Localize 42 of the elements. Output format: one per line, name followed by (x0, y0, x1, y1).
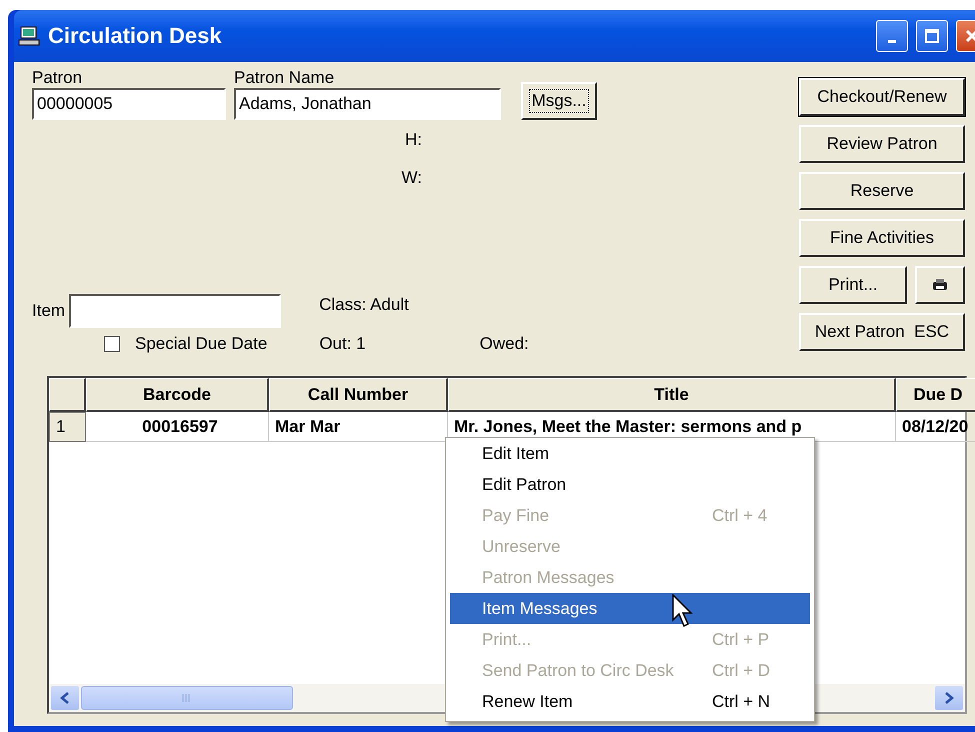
field-label: Patron Name (234, 68, 336, 88)
scroll-left-icon[interactable] (51, 686, 79, 710)
mouse-pointer-icon (672, 594, 696, 630)
minimize-icon (888, 40, 896, 42)
maximize-icon (924, 28, 940, 44)
out-text: Out: 1 (319, 334, 366, 354)
column-header[interactable]: Title (448, 378, 896, 412)
menu-item[interactable]: Item Messages (450, 593, 810, 624)
menu-item[interactable]: Edit Patron (450, 469, 810, 500)
owed-text: Owed: (480, 334, 529, 354)
msgs-button[interactable]: Msgs... (521, 82, 597, 120)
column-header[interactable]: Barcode (86, 378, 269, 412)
print-button[interactable]: Print... (799, 266, 907, 304)
checkbox-label: Special Due Date (135, 334, 268, 354)
scroll-right-icon[interactable] (935, 686, 963, 710)
patron-field[interactable]: 00000005 (32, 88, 226, 120)
action-button[interactable]: Checkout/Renew (799, 78, 965, 116)
field-label: Item (32, 301, 66, 321)
maximize-button[interactable] (916, 20, 948, 52)
row-number: 1 (49, 412, 86, 442)
item-field[interactable] (69, 294, 282, 328)
computer-icon (18, 25, 40, 47)
column-header[interactable]: Due D (896, 378, 975, 412)
phone-label: W: (400, 168, 422, 188)
printer-icon (932, 278, 948, 292)
action-button[interactable]: Reserve (799, 172, 965, 210)
window-title: Circulation Desk (48, 23, 223, 49)
phone-label: H: (404, 130, 422, 150)
class-text: Class: Adult (319, 295, 409, 315)
print-options-button[interactable] (915, 266, 965, 304)
minimize-button[interactable] (876, 20, 908, 52)
column-header[interactable]: Call Number (269, 378, 448, 412)
table-cell: 00016597 (86, 412, 269, 442)
scrollbar-thumb[interactable] (81, 686, 293, 710)
action-button[interactable]: Next Patron ESC (799, 313, 965, 351)
patron-name-field[interactable]: Adams, Jonathan (234, 88, 501, 120)
field-label: Patron (32, 68, 84, 88)
menu-item[interactable]: Renew Item Ctrl + N (450, 686, 810, 717)
table-cell: 08/12/20 (896, 412, 975, 442)
action-button[interactable]: Fine Activities (799, 219, 965, 257)
checkbox[interactable] (104, 336, 120, 352)
action-button[interactable]: Review Patron (799, 125, 965, 163)
